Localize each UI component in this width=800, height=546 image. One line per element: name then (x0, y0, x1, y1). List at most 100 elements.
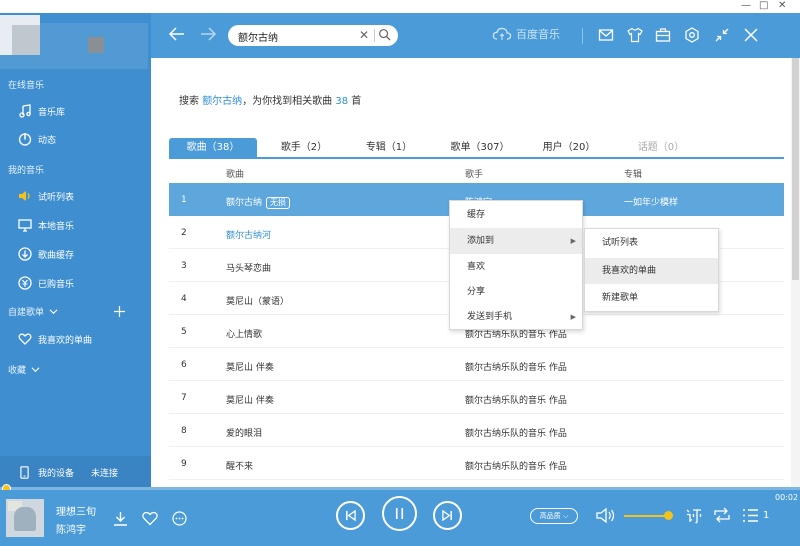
song-title[interactable]: 额尔古纳 无损 (226, 195, 291, 209)
artist-name[interactable]: 额尔古纳乐队的音乐 作品 (465, 426, 567, 439)
row-number: 7 (181, 393, 187, 403)
toolbox-icon[interactable] (655, 27, 671, 43)
song-title[interactable]: 莫尼山 伴奏 (226, 360, 274, 373)
search-icon[interactable] (378, 28, 391, 41)
sidebar-item-purchased-music[interactable]: 已购音乐 (0, 272, 151, 294)
song-title-text: 额尔古纳 (226, 198, 263, 208)
menu-item-label: 添加到 (467, 236, 495, 246)
brand-name: 百度音乐 (516, 28, 560, 41)
sidebar-item-trial-list[interactable]: 试听列表 (0, 185, 151, 207)
search-summary: 搜索 额尔古纳，为你找到相关歌曲 38 首 (179, 92, 361, 107)
pause-icon (395, 508, 404, 519)
coin-icon (18, 276, 32, 290)
clear-search-icon[interactable]: ✕ (359, 28, 369, 42)
repeat-icon[interactable] (713, 507, 731, 523)
menu-item-share[interactable]: 分享 (450, 279, 582, 305)
search-input[interactable]: 额尔古纳 (238, 29, 278, 44)
now-playing-title[interactable]: 理想三旬 (56, 503, 96, 518)
table-row[interactable]: 9 醒不来 额尔古纳乐队的音乐 作品 (169, 447, 784, 480)
column-song[interactable]: 歌曲 (226, 167, 244, 180)
menu-item-send-to-phone[interactable]: 发送到手机 ▶ (450, 304, 582, 330)
download-icon[interactable] (113, 511, 128, 526)
heart-icon (18, 332, 32, 346)
sidebar-item-label: 动态 (38, 135, 57, 146)
restore-button[interactable]: □ (759, 0, 768, 12)
tab-albums[interactable]: 专辑（1） (347, 138, 431, 158)
playback-time: 00:02 (775, 493, 799, 502)
back-arrow-icon[interactable] (168, 25, 186, 43)
column-artist[interactable]: 歌手 (465, 167, 483, 180)
submenu-item-trial-list[interactable]: 试听列表 (585, 230, 718, 256)
mail-icon[interactable] (598, 27, 614, 43)
close-icon[interactable] (743, 27, 759, 43)
section-label: 自建歌单 (8, 308, 45, 318)
sidebar-item-my-favorites[interactable]: 我喜欢的单曲 (0, 328, 151, 350)
submenu-item-new-playlist[interactable]: 新建歌单 (585, 285, 718, 311)
album-cover[interactable] (6, 499, 44, 537)
playlist-queue-icon[interactable] (742, 508, 759, 523)
more-options-icon[interactable] (172, 511, 187, 526)
volume-slider[interactable] (624, 515, 668, 517)
volume-icon[interactable] (596, 507, 616, 524)
forward-arrow-icon[interactable] (199, 25, 217, 43)
search-box[interactable]: 额尔古纳 ✕ (228, 25, 398, 46)
my-device-bar[interactable]: 我的设备 未连接 (0, 456, 151, 488)
song-title[interactable]: 醒不来 (226, 459, 253, 472)
lyrics-icon[interactable] (686, 508, 702, 524)
menu-item-cache[interactable]: 缓存 (450, 202, 582, 228)
submenu-arrow-icon: ▶ (570, 237, 576, 245)
heart-icon[interactable] (142, 511, 158, 526)
artist-name[interactable]: 额尔古纳乐队的音乐 作品 (465, 393, 567, 406)
artist-name[interactable]: 额尔古纳乐队的音乐 作品 (465, 360, 567, 373)
minimize-button[interactable]: — (741, 0, 751, 12)
search-divider (374, 29, 375, 42)
menu-item-like[interactable]: 喜欢 (450, 254, 582, 280)
menu-item-label: 发送到手机 (467, 312, 513, 322)
song-title[interactable]: 心上情歌 (226, 327, 262, 340)
pause-button[interactable] (382, 496, 417, 531)
quality-label: 高品质 (539, 512, 561, 520)
quality-selector[interactable]: 高品质 ⌵ (530, 508, 578, 524)
tab-songs[interactable]: 歌曲（38） (169, 138, 257, 158)
sidebar-item-music-library[interactable]: 音乐库 (0, 100, 151, 122)
scrollbar-thumb[interactable] (792, 58, 799, 280)
next-button[interactable] (433, 501, 462, 530)
tab-topics[interactable]: 话题（0） (619, 138, 703, 158)
sidebar-item-label: 我喜欢的单曲 (38, 335, 93, 346)
song-title[interactable]: 马头琴恋曲 (226, 261, 271, 274)
volume-knob[interactable] (664, 511, 673, 520)
row-number: 8 (181, 426, 187, 436)
add-playlist-icon[interactable] (114, 306, 125, 317)
menu-item-add-to[interactable]: 添加到 ▶ (450, 228, 582, 254)
album-name[interactable]: 一如年少模样 (624, 195, 678, 208)
section-label: 收藏 (8, 366, 27, 376)
column-album[interactable]: 专辑 (624, 167, 642, 180)
settings-gear-icon[interactable] (684, 27, 700, 43)
tab-playlists[interactable]: 歌单（307） (437, 138, 523, 158)
table-row[interactable]: 8 爱的眼泪 额尔古纳乐队的音乐 作品 (169, 414, 784, 447)
song-title[interactable]: 莫尼山（蒙语） (226, 294, 289, 307)
table-row[interactable]: 7 莫尼山 伴奏 额尔古纳乐队的音乐 作品 (169, 381, 784, 414)
previous-button[interactable] (336, 501, 365, 530)
sidebar-item-local-music[interactable]: 本地音乐 (0, 214, 151, 236)
sidebar-item-song-cache[interactable]: 歌曲缓存 (0, 243, 151, 265)
window-close-button[interactable]: ✕ (778, 0, 786, 12)
row-number: 4 (181, 294, 187, 304)
sidebar-item-dynamic[interactable]: 动态 (0, 128, 151, 150)
user-avatar[interactable] (0, 13, 151, 71)
tab-users[interactable]: 用户（20） (527, 138, 611, 158)
song-title[interactable]: 额尔古纳河 (226, 228, 271, 241)
table-row[interactable]: 6 莫尼山 伴奏 额尔古纳乐队的音乐 作品 (169, 348, 784, 381)
skin-shirt-icon[interactable] (627, 27, 643, 43)
submenu-item-favorites[interactable]: 我喜欢的单曲 (585, 258, 718, 284)
sidebar-item-label: 本地音乐 (38, 221, 75, 232)
cloud-icon (492, 27, 512, 40)
mini-mode-icon[interactable] (714, 27, 730, 43)
artist-name[interactable]: 额尔古纳乐队的音乐 作品 (465, 459, 567, 472)
song-title[interactable]: 爱的眼泪 (226, 426, 262, 439)
song-title[interactable]: 莫尼山 伴奏 (226, 393, 274, 406)
now-playing-artist[interactable]: 陈鸿宇 (56, 521, 86, 536)
section-custom-playlists[interactable]: 自建歌单 (8, 305, 143, 318)
section-collections[interactable]: 收藏 (8, 363, 40, 376)
tab-artists[interactable]: 歌手（2） (264, 138, 344, 158)
